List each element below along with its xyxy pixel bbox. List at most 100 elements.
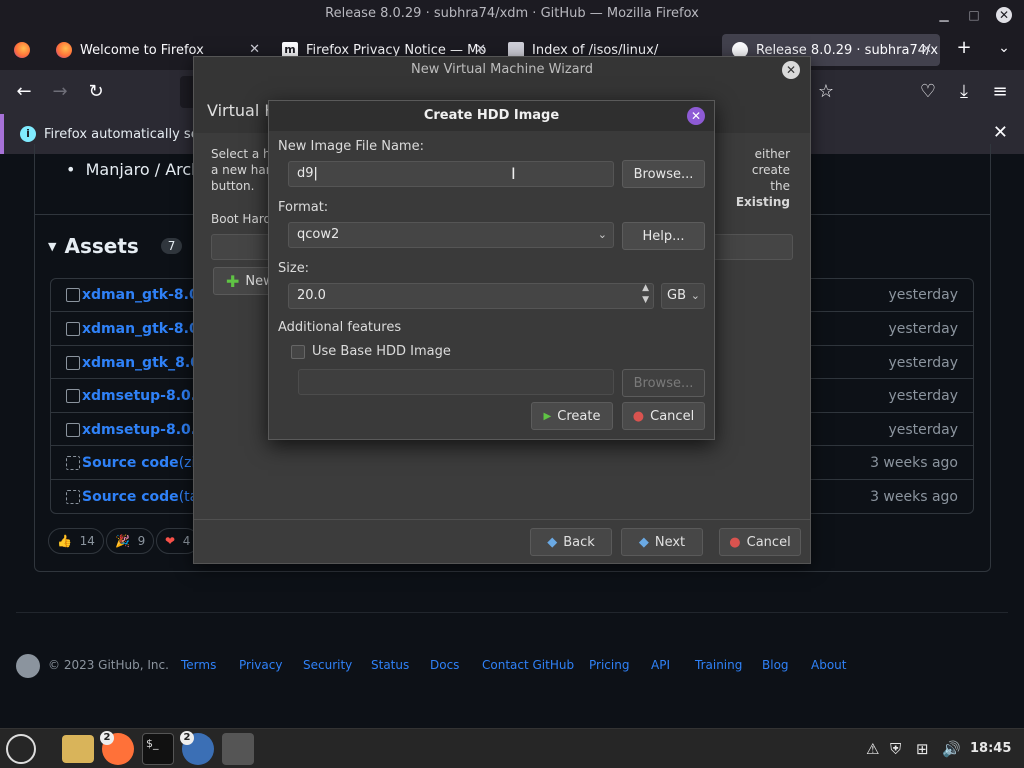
list-all-tabs-icon[interactable]: ⌄ [994, 38, 1014, 58]
footer-link-blog[interactable]: Blog [762, 658, 789, 672]
start-menu-icon[interactable] [6, 734, 36, 764]
asset-date: 3 weeks ago [870, 454, 958, 471]
footer-link-terms[interactable]: Terms [181, 658, 216, 672]
maximize-icon[interactable]: □ [966, 7, 982, 23]
info-icon: i [20, 126, 36, 142]
close-tab-icon[interactable]: ✕ [475, 42, 486, 57]
assets-header[interactable]: ▼ Assets 7 [48, 234, 183, 258]
firefox-view-button[interactable] [4, 34, 40, 66]
clock[interactable]: 18:45 [970, 741, 1011, 756]
window-count-badge: 2 [100, 731, 114, 745]
chevron-down-icon: ⌄ [597, 228, 607, 241]
wizard-description-right: either create the Existing [714, 146, 790, 210]
file-name-value: d9 [297, 166, 314, 181]
close-tab-icon[interactable]: ✕ [249, 42, 260, 57]
reaction-hooray[interactable]: 🎉 9 [106, 528, 155, 554]
volume-icon[interactable]: 🔊 [942, 740, 961, 758]
footer-link-pricing[interactable]: Pricing [589, 658, 629, 672]
base-browse-button[interactable]: Browse... [622, 369, 705, 397]
browse-button[interactable]: Browse... [622, 160, 705, 188]
close-icon[interactable]: ✕ [687, 107, 705, 125]
new-tab-icon[interactable]: + [954, 38, 974, 58]
asset-date: yesterday [888, 320, 958, 337]
wizard-cancel-button[interactable]: ● Cancel [719, 528, 801, 556]
network-icon[interactable]: ⊞ [916, 740, 929, 758]
asset-date: yesterday [888, 387, 958, 404]
asset-link[interactable]: Source code [82, 489, 179, 505]
file-name-input[interactable]: d9| I [288, 161, 614, 187]
folder-icon[interactable] [62, 735, 94, 763]
create-hdd-image-dialog: Create HDD Image ✕ New Image File Name: … [268, 100, 715, 440]
reaction-thumbs-up[interactable]: 👍 14 [48, 528, 104, 554]
window-titlebar: Release 8.0.29 · subhra74/xdm · GitHub —… [0, 0, 1024, 30]
close-tab-icon[interactable]: ✕ [921, 42, 932, 57]
base-browse-label: Browse... [633, 375, 694, 391]
chevron-down-icon: ⌄ [690, 289, 700, 302]
footer-link-contact[interactable]: Contact GitHub [482, 658, 574, 672]
tab-label: Welcome to Firefox [80, 42, 204, 58]
footer-link-api[interactable]: API [651, 658, 670, 672]
notification-text: Firefox automatically sen [44, 126, 207, 142]
footer-link-security[interactable]: Security [303, 658, 352, 672]
close-notification-icon[interactable]: ✕ [993, 122, 1008, 143]
shield-icon[interactable]: ⛨ [890, 740, 901, 758]
taskbar: 2 $_ 2 ⚠ ⛨ ⊞ 🔊 18:45 [0, 728, 1024, 768]
forward-arrow-icon[interactable]: → [50, 82, 70, 102]
new-hdd-button[interactable]: ✚ New [213, 267, 274, 295]
asset-link[interactable]: Source code [82, 455, 179, 471]
party-popper-icon: 🎉 [115, 534, 130, 548]
heart-icon: ❤ [165, 534, 176, 548]
minimize-icon[interactable]: ▁ [936, 7, 952, 23]
asset-date: yesterday [888, 287, 958, 303]
help-button[interactable]: Help... [622, 222, 705, 250]
size-unit-select[interactable]: GB ⌄ [661, 283, 705, 309]
zip-file-icon [66, 489, 80, 504]
boot-hdd-label: Boot Hard [211, 212, 272, 226]
size-spinbox[interactable]: 20.0 ▲ ▼ [288, 283, 654, 309]
desc-bold: Existing [735, 195, 790, 209]
cancel-button[interactable]: ● Cancel [622, 402, 705, 430]
back-label: Back [563, 534, 595, 550]
wizard-description-left: Select a h a new har button. [211, 146, 271, 194]
use-base-hdd-checkbox[interactable] [291, 345, 305, 359]
footer-link-docs[interactable]: Docs [430, 658, 459, 672]
stepper-arrows-icon[interactable]: ▲ ▼ [642, 282, 649, 306]
download-manager-icon[interactable] [222, 733, 254, 765]
reload-icon[interactable]: ↻ [86, 82, 106, 102]
assets-heading: Assets [64, 234, 139, 258]
triangle-down-icon: ▼ [48, 239, 57, 253]
reaction-count: 4 [182, 534, 191, 548]
create-button[interactable]: ▶ Create [531, 402, 613, 430]
downloads-icon[interactable]: ⤓ [954, 82, 974, 102]
footer-link-training[interactable]: Training [695, 658, 742, 672]
package-icon [66, 288, 80, 302]
menu-icon[interactable]: ≡ [990, 82, 1010, 102]
asset-date: yesterday [888, 354, 958, 371]
window-title: Release 8.0.29 · subhra74/xdm · GitHub —… [325, 6, 699, 21]
assets-count-badge: 7 [160, 238, 183, 254]
footer-link-privacy[interactable]: Privacy [239, 658, 282, 672]
pocket-icon[interactable]: ♡ [918, 82, 938, 102]
format-select[interactable]: qcow2 ⌄ [288, 222, 614, 248]
bookmark-star-icon[interactable]: ☆ [816, 82, 836, 102]
base-hdd-input[interactable] [298, 369, 614, 395]
back-arrow-icon: ◆ [547, 534, 558, 550]
back-button[interactable]: ◆ Back [530, 528, 612, 556]
footer-link-status[interactable]: Status [371, 658, 409, 672]
size-label: Size: [278, 261, 310, 276]
browse-label: Browse... [633, 166, 694, 182]
footer-link-about[interactable]: About [811, 658, 846, 672]
use-base-hdd-label[interactable]: Use Base HDD Image [312, 344, 451, 359]
update-manager-icon[interactable]: ⚠ [866, 740, 879, 758]
back-arrow-icon[interactable]: ← [14, 82, 34, 102]
terminal-icon[interactable]: $_ [142, 733, 174, 765]
asset-date: yesterday [888, 421, 958, 438]
github-logo-icon[interactable] [16, 654, 40, 678]
bullet-item: • Manjaro / Arch l [66, 160, 211, 179]
cancel-icon: ● [729, 534, 741, 550]
close-icon[interactable]: ✕ [996, 7, 1012, 23]
additional-features-label: Additional features [278, 320, 402, 335]
next-button[interactable]: ◆ Next [621, 528, 703, 556]
desc-line: Select a h [211, 147, 271, 161]
close-icon[interactable]: ✕ [782, 61, 800, 79]
